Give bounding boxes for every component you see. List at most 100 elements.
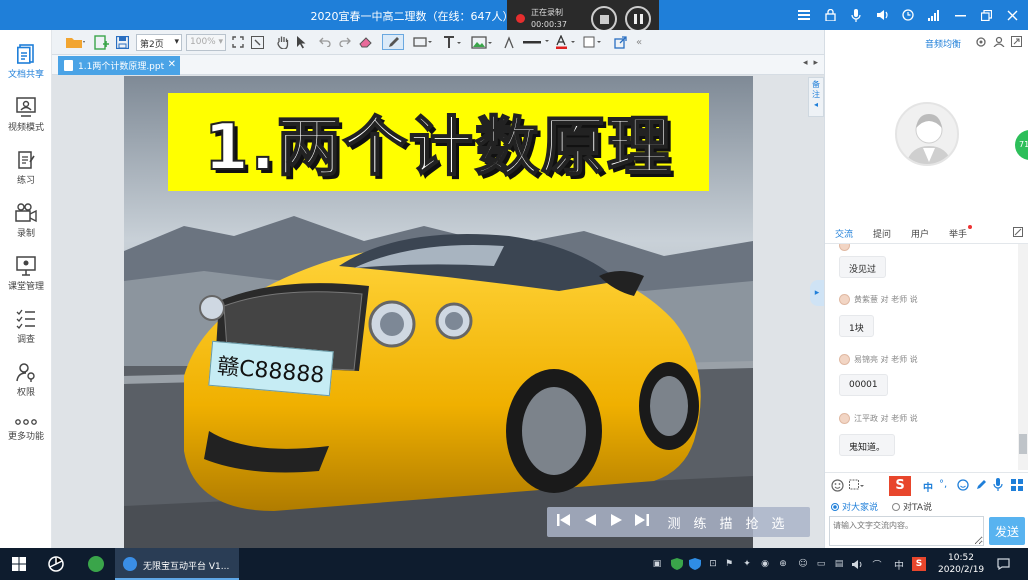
sidebar-item-exercise[interactable]: 练习: [0, 150, 52, 186]
eraser-button[interactable]: [358, 34, 374, 50]
pinwheel-app-icon[interactable]: [48, 556, 64, 575]
nav-practice-button[interactable]: 练: [687, 513, 713, 532]
tray-shield2-icon[interactable]: [688, 557, 702, 571]
tray-qq-icon[interactable]: ◉: [758, 557, 772, 571]
font-color-button[interactable]: [554, 34, 578, 50]
ime-mode-label[interactable]: 中: [923, 479, 933, 494]
nav-test-button[interactable]: 测: [661, 513, 687, 532]
lock-icon[interactable]: [822, 7, 838, 23]
audio-balance-link[interactable]: 音频均衡: [925, 37, 961, 50]
tray-sogou-icon[interactable]: S: [912, 557, 926, 571]
file-tab[interactable]: 1.1两个计数原理.ppt ✕: [58, 56, 180, 75]
pause-recording-button[interactable]: [625, 6, 651, 32]
tray-monitor-icon[interactable]: ▭: [814, 557, 828, 571]
notes-tab[interactable]: 备注 ◂: [808, 77, 824, 117]
nav-select-button[interactable]: 选: [765, 513, 791, 532]
emoji-icon[interactable]: [831, 479, 844, 495]
hand-tool-button[interactable]: [274, 34, 290, 50]
tray-people-icon[interactable]: ☺: [796, 557, 810, 571]
redo-button[interactable]: [338, 34, 352, 50]
tray-app-icon[interactable]: ⊡: [706, 557, 720, 571]
fill-color-button[interactable]: [582, 34, 604, 50]
notification-center-icon[interactable]: [996, 557, 1010, 571]
online-count-badge[interactable]: 71: [1015, 130, 1028, 160]
tray-alert-icon[interactable]: ✦: [740, 557, 754, 571]
pointer-tool-button[interactable]: [294, 34, 308, 50]
tab-users[interactable]: 用户: [911, 227, 929, 240]
screenshot-icon[interactable]: [849, 479, 865, 495]
audience-one-radio[interactable]: 对TA说: [892, 500, 932, 513]
page-select[interactable]: 第2页 ▾: [136, 34, 182, 51]
camera-icon[interactable]: [975, 36, 987, 50]
sidebar-item-classroom-manage[interactable]: 课堂管理: [0, 256, 52, 292]
tray-vpn-icon[interactable]: ⊕: [776, 557, 790, 571]
user-switch-icon[interactable]: [993, 36, 1005, 50]
tray-volume-icon[interactable]: [850, 557, 864, 571]
pen-tool-button[interactable]: [382, 34, 404, 50]
sidebar-item-more[interactable]: 更多功能: [0, 418, 52, 442]
scrollbar-thumb[interactable]: [1019, 434, 1027, 454]
text-tool-button[interactable]: [442, 34, 464, 50]
tab-scroll-right-icon[interactable]: ▸: [813, 58, 818, 68]
chat-input[interactable]: [829, 516, 984, 546]
open-folder-button[interactable]: [64, 34, 86, 50]
sidebar-item-record[interactable]: 录制: [0, 203, 52, 239]
windows-start-icon[interactable]: [12, 557, 26, 574]
line-width-button[interactable]: [522, 34, 552, 50]
line-style-button[interactable]: [502, 34, 518, 50]
speaker-icon[interactable]: [874, 7, 890, 23]
ime-pen-icon[interactable]: [975, 479, 987, 494]
sidebar-item-survey[interactable]: 调查: [0, 309, 52, 345]
ime-emoji-icon[interactable]: [957, 479, 969, 494]
export-button[interactable]: [612, 34, 628, 50]
tray-network-icon[interactable]: ▤: [832, 557, 846, 571]
sidebar-item-document-share[interactable]: 文档共享: [0, 44, 52, 80]
chat-scrollbar[interactable]: [1018, 244, 1028, 470]
tray-ime-label[interactable]: 中: [892, 557, 906, 572]
new-file-button[interactable]: [92, 34, 110, 50]
restore-icon[interactable]: [978, 7, 994, 23]
first-slide-button[interactable]: [551, 514, 577, 530]
shape-tool-button[interactable]: [412, 34, 434, 50]
fullscreen-button[interactable]: [230, 34, 246, 50]
send-button[interactable]: 发送: [989, 517, 1025, 545]
minimize-icon[interactable]: [952, 7, 968, 23]
save-button[interactable]: [114, 34, 130, 50]
taskbar-app-button[interactable]: 无限宝互动平台 V1...: [115, 548, 239, 580]
menu-icon[interactable]: [796, 7, 812, 23]
zoom-select[interactable]: 100% ▾: [186, 34, 226, 51]
sidebar-item-permission[interactable]: 权限: [0, 362, 52, 398]
close-icon[interactable]: [1004, 7, 1020, 23]
toolbar-expand-button[interactable]: «: [632, 34, 646, 50]
next-slide-button[interactable]: [603, 514, 629, 530]
tray-flag-icon[interactable]: ⚑: [722, 557, 736, 571]
ime-voice-icon[interactable]: [993, 478, 1003, 494]
tray-wifi-icon[interactable]: ⌒: [870, 557, 884, 571]
tray-shield-icon[interactable]: [670, 557, 684, 571]
audience-all-radio[interactable]: 对大家说: [831, 500, 878, 513]
sidebar-item-video-mode[interactable]: 视频模式: [0, 97, 52, 133]
fit-page-button[interactable]: [249, 34, 265, 50]
ime-toolbox-icon[interactable]: [1011, 479, 1023, 494]
undo-button[interactable]: [318, 34, 332, 50]
microphone-icon[interactable]: [848, 7, 864, 23]
popout-icon[interactable]: [1011, 36, 1022, 50]
close-tab-icon[interactable]: ✕: [168, 59, 176, 70]
stop-recording-button[interactable]: [591, 6, 617, 32]
taskbar-clock[interactable]: 10:52 2020/2/19: [938, 552, 984, 576]
tab-scroll-left-icon[interactable]: ◂: [803, 58, 808, 68]
expand-chat-icon[interactable]: [1013, 227, 1023, 240]
slide-canvas[interactable]: 1.两个计数原理 赣C88888: [124, 76, 753, 548]
nav-draw-button[interactable]: 描: [713, 513, 739, 532]
collapse-panel-handle[interactable]: ▸: [810, 280, 824, 306]
clock-icon[interactable]: [900, 7, 916, 23]
tab-chat[interactable]: 交流: [835, 227, 853, 240]
tab-raise-hand[interactable]: 举手: [949, 225, 973, 240]
punctuation-icon[interactable]: °,: [939, 479, 947, 490]
prev-slide-button[interactable]: [577, 514, 603, 530]
tray-box-icon[interactable]: ▣: [650, 557, 664, 571]
green-app-icon[interactable]: [88, 556, 104, 572]
tab-questions[interactable]: 提问: [873, 227, 891, 240]
last-slide-button[interactable]: [629, 514, 655, 530]
image-tool-button[interactable]: [470, 34, 494, 50]
